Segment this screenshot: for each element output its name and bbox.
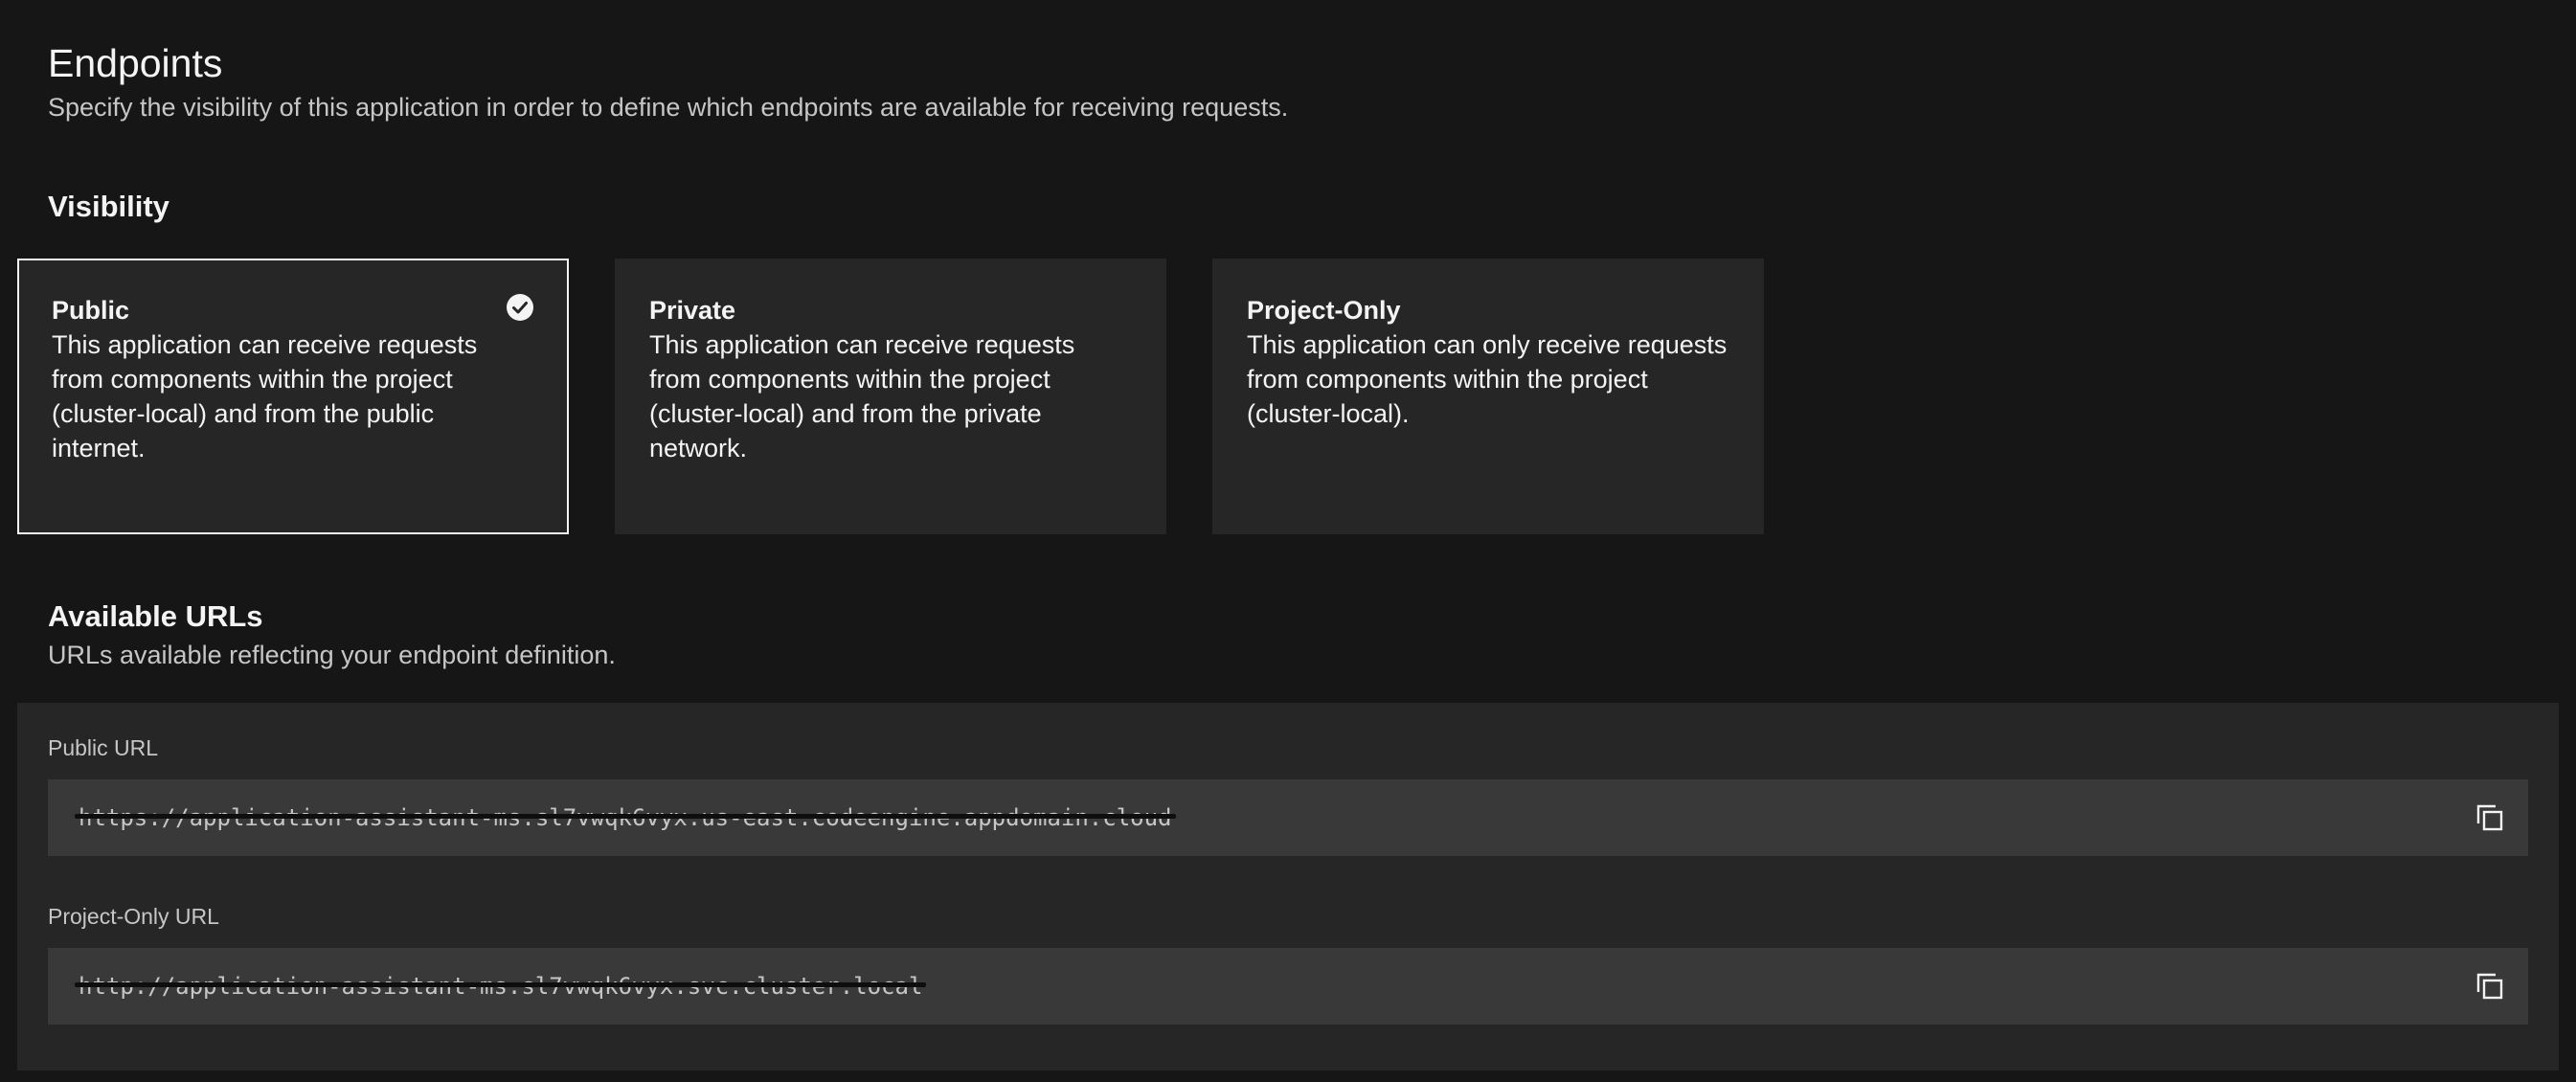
visibility-heading: Visibility [48,190,169,223]
checkmark-filled-icon [507,294,533,321]
available-urls-panel: Public URL https://application-assistant… [17,703,2559,1071]
visibility-tile-group: Public This application can receive requ… [17,259,1764,534]
public-url-text[interactable]: https://application-assistant-ms.sl7vwqk… [75,800,1176,835]
tile-description: This application can receive requests fr… [649,330,1075,462]
project-only-url-field[interactable]: http://application-assistant-ms.sl7vwqk6… [48,948,2528,1025]
redaction-strike [75,814,1176,819]
copy-icon[interactable] [2473,800,2507,835]
available-urls-heading: Available URLs [48,599,263,633]
visibility-tile-project-only[interactable]: Project-Only This application can only r… [1212,259,1764,534]
tile-title: Public [52,296,130,325]
tile-title: Private [649,296,736,325]
redaction-strike [75,982,927,987]
available-urls-description: URLs available reflecting your endpoint … [48,641,616,669]
tile-description: This application can receive requests fr… [52,330,478,462]
public-url-field[interactable]: https://application-assistant-ms.sl7vwqk… [48,779,2528,856]
copy-icon[interactable] [2473,969,2507,1003]
page-description: Specify the visibility of this applicati… [48,93,1289,122]
visibility-tile-private[interactable]: Private This application can receive req… [615,259,1166,534]
tile-description: This application can only receive reques… [1247,330,1728,428]
tile-title: Project-Only [1247,296,1401,325]
project-only-url-label: Project-Only URL [48,904,219,929]
project-only-url-text[interactable]: http://application-assistant-ms.sl7vwqk6… [75,969,927,1003]
visibility-tile-public[interactable]: Public This application can receive requ… [17,259,569,534]
public-url-label: Public URL [48,735,159,760]
page-title: Endpoints [48,41,223,85]
